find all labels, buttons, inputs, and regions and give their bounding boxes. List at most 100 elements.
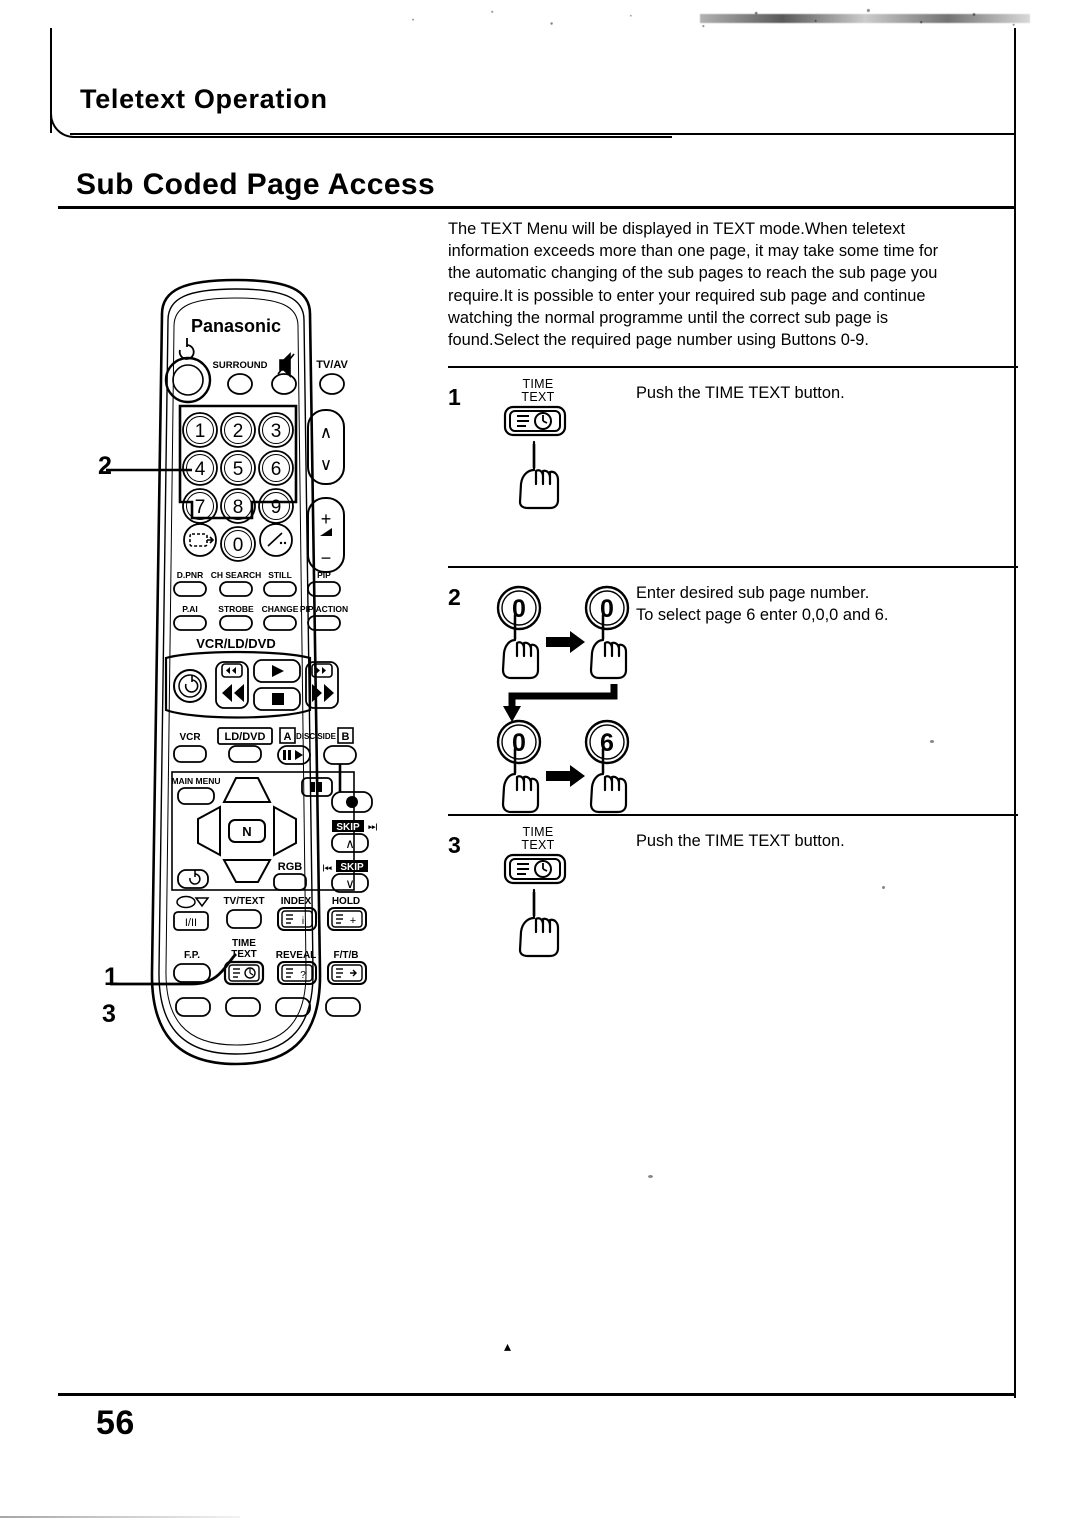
caption-line: TIME <box>522 377 554 391</box>
step-text: Push the TIME TEXT button. <box>636 368 1018 566</box>
change-label: CHANGE <box>262 604 299 614</box>
svg-text:0: 0 <box>233 535 244 556</box>
svg-text:+: + <box>350 915 356 927</box>
section-rule <box>58 206 1016 209</box>
step-icon: 0 0 0 6 <box>488 568 636 814</box>
svg-text:5: 5 <box>233 459 244 480</box>
svg-text:i: i <box>302 916 304 927</box>
tv-av-label: TV/AV <box>316 359 348 371</box>
svg-text:9: 9 <box>271 497 282 518</box>
disc-side-a-label: A <box>284 731 292 743</box>
key-press-2: 0 <box>576 584 638 695</box>
time-text-button-icon <box>503 405 567 437</box>
intro-line: require.It is possible to enter your req… <box>448 286 926 305</box>
disc-side-label: DISC SIDE <box>296 732 337 741</box>
callout-line-1 <box>110 953 238 986</box>
ftb-button <box>327 961 367 985</box>
scan-edge <box>0 1516 240 1518</box>
callout-2: 2 <box>98 452 112 480</box>
caption-line: TEXT <box>521 837 555 852</box>
manual-page: Teletext Operation Sub Coded Page Access… <box>0 0 1080 1526</box>
svg-text:3: 3 <box>271 421 282 442</box>
main-menu-label: MAIN MENU <box>171 776 220 786</box>
intro-line: The TEXT Menu will be displayed in TEXT … <box>448 220 906 238</box>
number-key-press-icon: 0 <box>496 585 542 680</box>
footer-rule <box>58 1393 1016 1396</box>
pai-label: P.AI <box>182 604 197 614</box>
step-text-line: Push the TIME TEXT button. <box>636 384 845 402</box>
pip-label: PIP <box>317 570 331 580</box>
strobe-label: STROBE <box>218 604 254 614</box>
skip-fwd-label: SKIP <box>336 822 360 833</box>
step-1: 1 TIME TEXT Push the TIME TEXT button. <box>448 368 1018 566</box>
chapter-title: Teletext Operation <box>80 84 328 114</box>
time-text-caption: TIME TEXT <box>502 378 574 403</box>
pointing-hand-icon <box>518 888 560 958</box>
tv-av-button <box>319 373 345 395</box>
step-3: 3 TIME TEXT Push the TIME TEXT button. <box>448 816 1018 996</box>
key-press-3: 0 <box>488 718 550 829</box>
ftb-label: F/T/B <box>334 950 359 961</box>
step-number: 3 <box>448 832 461 858</box>
callout-1: 1 <box>104 963 118 991</box>
number-key-press-icon: 0 <box>584 585 630 680</box>
svg-text:∧: ∧ <box>320 423 332 442</box>
hold-button: + <box>327 907 367 931</box>
number-key-press-icon: 6 <box>584 719 630 814</box>
page-number: 56 <box>96 1404 135 1442</box>
reveal-label: REVEAL <box>276 950 317 961</box>
step-2: 2 0 0 0 6 Enter desired sub page number.… <box>448 568 1018 814</box>
scan-speck <box>648 1175 653 1178</box>
caption-line: TIME <box>522 825 554 839</box>
key-press-4: 6 <box>576 718 638 829</box>
ld-dvd-label: LD/DVD <box>225 731 266 743</box>
record-button <box>331 791 373 813</box>
svg-text:−: − <box>321 548 332 568</box>
page-title: Sub Coded Page Access <box>76 168 436 201</box>
header-rule <box>70 133 1016 135</box>
step-icon: TIME TEXT <box>488 816 636 996</box>
step-text-line: Enter desired sub page number. <box>636 584 870 602</box>
svg-text:2: 2 <box>233 421 244 442</box>
svg-text:8: 8 <box>233 497 244 518</box>
svg-text:∧: ∧ <box>345 836 355 851</box>
skip-back-label: SKIP <box>340 862 364 873</box>
svg-text:+: + <box>321 509 332 529</box>
step-text: Enter desired sub page number. To select… <box>636 568 1018 814</box>
intro-paragraph: The TEXT Menu will be displayed in TEXT … <box>448 218 1018 351</box>
side-b-button <box>323 745 357 765</box>
skip-fwd-mark: ▸▸| <box>368 824 378 831</box>
vcr-label: VCR <box>179 732 201 743</box>
hold-label: HOLD <box>332 896 360 907</box>
steps-list: 1 TIME TEXT Push the TIME TEXT button. 2… <box>448 366 1018 996</box>
rgb-label: RGB <box>278 861 303 873</box>
scan-streak <box>700 14 1030 23</box>
intro-line: watching the normal programme until the … <box>448 308 889 327</box>
step-text-line: To select page 6 enter 0,0,0 and 6. <box>636 606 889 624</box>
disc-side-b-label: B <box>342 731 350 743</box>
caption-line: TEXT <box>521 389 555 404</box>
intro-line: information exceeds more than one page, … <box>448 242 939 261</box>
svg-text:7: 7 <box>195 497 206 518</box>
step-number: 2 <box>448 584 461 610</box>
pip-action-label: PIP ACTION <box>300 604 348 614</box>
skip-up-button: ∧ <box>331 833 369 853</box>
skip-back-mark: |◂◂ <box>323 865 332 872</box>
time-text-button-icon <box>503 853 567 885</box>
step-text-line: Push the TIME TEXT button. <box>636 832 845 850</box>
svg-text:∨: ∨ <box>320 455 332 474</box>
callout-3: 3 <box>102 1000 116 1028</box>
time-text-caption: TIME TEXT <box>502 826 574 851</box>
intro-line: the automatic changing of the sub pages … <box>448 264 938 283</box>
key-press-1: 0 <box>488 584 550 695</box>
brand-label: Panasonic <box>191 316 281 336</box>
step-text: Push the TIME TEXT button. <box>636 816 1018 996</box>
still-label: STILL <box>268 570 292 580</box>
svg-text:∨: ∨ <box>345 876 355 891</box>
step-icon: TIME TEXT <box>488 368 636 566</box>
dpnr-label: D.PNR <box>177 570 203 580</box>
svg-text:6: 6 <box>271 459 282 480</box>
number-key-press-icon: 0 <box>496 719 542 814</box>
pointing-hand-icon <box>518 440 560 510</box>
tv-text-label: TV/TEXT <box>223 896 264 907</box>
